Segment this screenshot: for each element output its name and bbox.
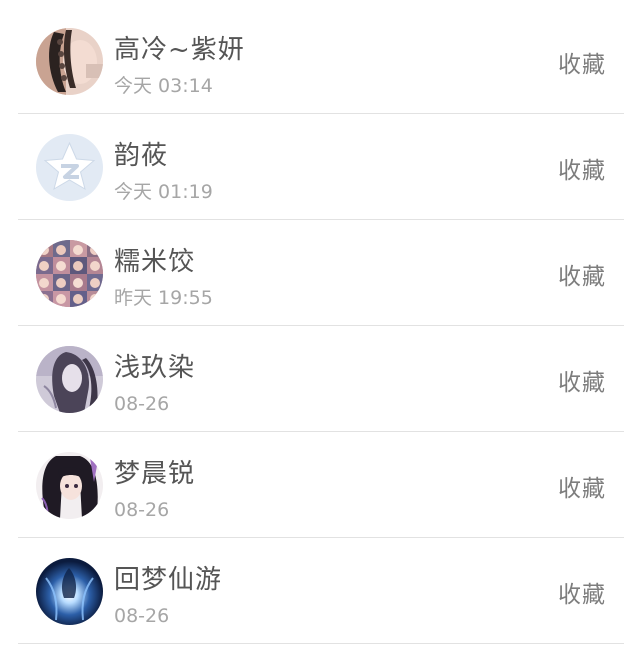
avatar[interactable] — [36, 134, 103, 201]
contact-name: 浅玖染 — [114, 353, 196, 383]
favorite-button[interactable]: 收藏 — [558, 156, 606, 186]
list-item[interactable]: 糯米饺 昨天 19:55 收藏 — [0, 220, 640, 326]
favorite-button[interactable]: 收藏 — [558, 368, 606, 398]
default-star-avatar — [36, 134, 103, 201]
avatar[interactable] — [36, 452, 103, 519]
sketch-portrait-avatar — [36, 346, 103, 413]
message-time: 昨天 19:55 — [114, 287, 213, 309]
divider — [18, 643, 624, 644]
contact-name: 回梦仙游 — [114, 565, 223, 595]
avatar[interactable] — [36, 28, 103, 95]
contact-list: 高冷~紫妍 今天 03:14 收藏 韵莜 今天 01:19 收藏 糯米饺 昨天 … — [0, 0, 640, 652]
braided-hair-portrait-avatar — [36, 28, 103, 95]
list-item[interactable]: 回梦仙游 08-26 收藏 — [0, 538, 640, 644]
list-item[interactable]: 浅玖染 08-26 收藏 — [0, 326, 640, 432]
contact-name: 高冷~紫妍 — [114, 35, 245, 65]
anime-girl-avatar — [36, 452, 103, 519]
favorite-button[interactable]: 收藏 — [558, 474, 606, 504]
list-item[interactable]: 梦晨锐 08-26 收藏 — [0, 432, 640, 538]
message-time: 今天 01:19 — [114, 181, 213, 203]
avatar[interactable] — [36, 240, 103, 307]
avatar[interactable] — [36, 558, 103, 625]
favorite-button[interactable]: 收藏 — [558, 580, 606, 610]
favorite-button[interactable]: 收藏 — [558, 50, 606, 80]
contact-name: 梦晨锐 — [114, 459, 196, 489]
photo-collage-avatar — [36, 240, 103, 307]
favorite-button[interactable]: 收藏 — [558, 262, 606, 292]
contact-name: 韵莜 — [114, 141, 169, 171]
message-time: 08-26 — [114, 499, 170, 521]
avatar[interactable] — [36, 346, 103, 413]
list-item[interactable]: 高冷~紫妍 今天 03:14 收藏 — [0, 8, 640, 114]
message-time: 08-26 — [114, 393, 170, 415]
message-time: 今天 03:14 — [114, 75, 213, 97]
message-time: 08-26 — [114, 605, 170, 627]
list-item[interactable]: 韵莜 今天 01:19 收藏 — [0, 114, 640, 220]
glowing-figure-avatar — [36, 558, 103, 625]
contact-name: 糯米饺 — [114, 247, 196, 277]
